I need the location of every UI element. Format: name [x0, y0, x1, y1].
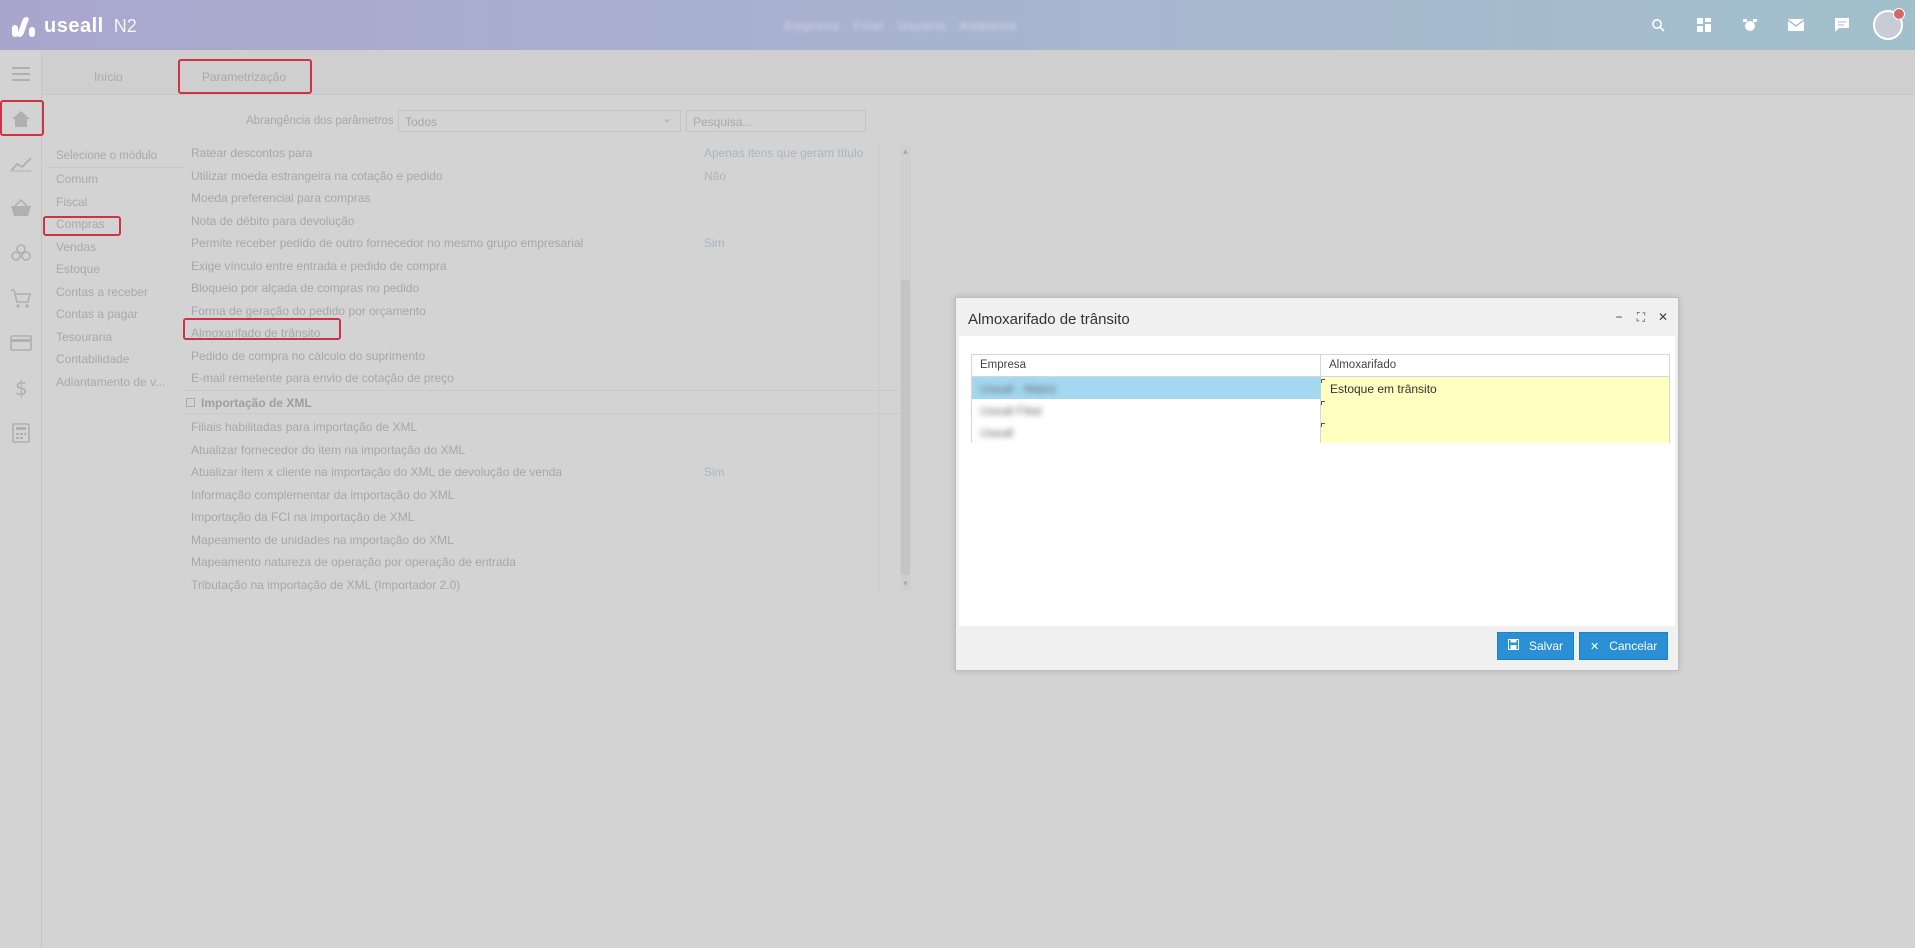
param-row[interactable]: E-mail remetente para envio de cotação d…: [184, 367, 894, 390]
module-list: Selecione o módulo Comum Fiscal Compras …: [46, 146, 184, 393]
chart-icon[interactable]: [0, 146, 42, 182]
dollar-icon[interactable]: $: [0, 370, 42, 406]
param-row[interactable]: Filiais habilitadas para importação de X…: [184, 416, 894, 439]
scroll-down-icon[interactable]: ▼: [900, 579, 911, 590]
module-item-estoque[interactable]: Estoque: [46, 258, 184, 281]
scope-label: Abrangência dos parâmetros: [246, 115, 394, 127]
param-row[interactable]: Moeda preferencial para compras: [184, 187, 894, 210]
credit-card-icon[interactable]: [0, 325, 42, 361]
floppy-icon: [1508, 639, 1519, 653]
tab-highlight: [178, 59, 312, 94]
param-row[interactable]: Exige vínculo entre entrada e pedido de …: [184, 255, 894, 278]
param-row[interactable]: Mapeamento natureza de operação por oper…: [184, 551, 894, 574]
module-item-comum[interactable]: Comum: [46, 168, 184, 191]
logo-text: useall: [44, 14, 104, 37]
module-list-header: Selecione o módulo: [46, 146, 184, 168]
column-header-empresa[interactable]: Empresa: [971, 355, 1321, 376]
param-row[interactable]: Importação da FCI na importação de XML: [184, 506, 894, 529]
close-icon[interactable]: ✕: [1656, 310, 1670, 325]
tab-inicio[interactable]: Início: [94, 70, 123, 84]
module-item-adiantamento[interactable]: Adiantamento de v...: [46, 371, 184, 394]
compras-highlight: [43, 216, 121, 236]
tab-bar: Início Parametrização: [42, 50, 1915, 95]
svg-text:$: $: [15, 377, 28, 399]
almoxarifado-dialog: Almoxarifado de trânsito − ⛶ ✕ Empresa A…: [955, 297, 1679, 671]
dialog-footer: Salvar ✕ Cancelar: [956, 630, 1678, 670]
almoxarifado-cell[interactable]: Estoque em trânsito: [1330, 382, 1437, 396]
param-row[interactable]: Atualizar fornecedor do item na importaç…: [184, 439, 894, 462]
collapse-icon[interactable]: [186, 398, 195, 407]
module-item-contas-receber[interactable]: Contas a receber: [46, 281, 184, 304]
param-row[interactable]: Nota de débito para devolução: [184, 210, 894, 233]
scroll-up-icon[interactable]: ▲: [900, 147, 911, 158]
logo-icon: [10, 13, 36, 39]
empresa-cell[interactable]: Useall: [980, 426, 1013, 440]
dialog-body: Empresa Almoxarifado Useall · Matriz Use…: [959, 336, 1675, 626]
param-row[interactable]: Utilizar moeda estrangeira na cotação e …: [184, 165, 894, 188]
param-row[interactable]: Tributação na importação de XML (Importa…: [184, 574, 894, 597]
save-button[interactable]: Salvar: [1497, 632, 1575, 660]
basket-icon[interactable]: [0, 190, 42, 226]
almoxarifado-highlight: [183, 318, 341, 340]
group-header-importacao-xml[interactable]: Importação de XML: [184, 390, 904, 414]
close-icon: ✕: [1590, 640, 1600, 653]
alarm-icon[interactable]: [1727, 0, 1773, 50]
dialog-title: Almoxarifado de trânsito: [968, 311, 1130, 328]
search-input[interactable]: Pesquisa...: [686, 110, 866, 132]
module-item-vendas[interactable]: Vendas: [46, 236, 184, 259]
maximize-icon[interactable]: ⛶: [1634, 310, 1648, 325]
minimize-icon[interactable]: −: [1612, 310, 1626, 325]
param-row[interactable]: Atualizar item x cliente na importação d…: [184, 461, 894, 484]
param-row[interactable]: Pedido de compra no cálculo do supriment…: [184, 345, 894, 368]
top-bar: useall N2 Empresa · Filial · Usuário · A…: [0, 0, 1915, 50]
logo-suffix: N2: [113, 15, 137, 36]
params-scroll-thumb[interactable]: [901, 280, 910, 575]
menu-icon[interactable]: [0, 56, 42, 92]
cart-icon[interactable]: [0, 280, 42, 316]
column-header-almoxarifado[interactable]: Almoxarifado: [1321, 355, 1670, 376]
home-highlight: [0, 100, 44, 136]
almoxarifado-column: Estoque em trânsito: [1321, 377, 1670, 443]
param-row[interactable]: Mapeamento de unidades na importação do …: [184, 529, 894, 552]
module-item-contas-pagar[interactable]: Contas a pagar: [46, 303, 184, 326]
param-row[interactable]: Ratear descontos para Apenas itens que ge…: [184, 142, 894, 165]
mail-icon[interactable]: [1773, 0, 1819, 50]
module-item-fiscal[interactable]: Fiscal: [46, 191, 184, 214]
app-logo[interactable]: useall N2: [10, 12, 137, 40]
search-icon[interactable]: [1635, 0, 1681, 50]
param-row[interactable]: Bloqueio por alçada de compras no pedido: [184, 277, 894, 300]
param-row[interactable]: Permite receber pedido de outro forneced…: [184, 232, 894, 255]
param-row[interactable]: Informação complementar da importação do…: [184, 484, 894, 507]
empresa-column: Useall · Matriz Useall Filial Useall: [971, 377, 1321, 443]
left-icon-rail: $: [0, 50, 42, 948]
empresa-cell[interactable]: Useall Filial: [980, 404, 1041, 418]
user-avatar[interactable]: [1873, 8, 1905, 40]
cubes-icon[interactable]: [0, 235, 42, 271]
chat-icon[interactable]: [1819, 0, 1865, 50]
scope-select[interactable]: Todos: [398, 110, 681, 132]
empresa-cell[interactable]: Useall · Matriz: [980, 382, 1057, 396]
empresa-almoxarifado-grid: Empresa Almoxarifado Useall · Matriz Use…: [971, 354, 1670, 443]
dashboard-icon[interactable]: [1681, 0, 1727, 50]
parameters-grid: Ratear descontos para Apenas itens que ge…: [184, 142, 914, 592]
calculator-icon[interactable]: [0, 415, 42, 451]
module-item-tesouraria[interactable]: Tesouraria: [46, 326, 184, 349]
session-info: Empresa · Filial · Usuário · Ambiente: [785, 19, 1019, 33]
cancel-button[interactable]: ✕ Cancelar: [1579, 632, 1669, 660]
module-item-contabilidade[interactable]: Contabilidade: [46, 348, 184, 371]
